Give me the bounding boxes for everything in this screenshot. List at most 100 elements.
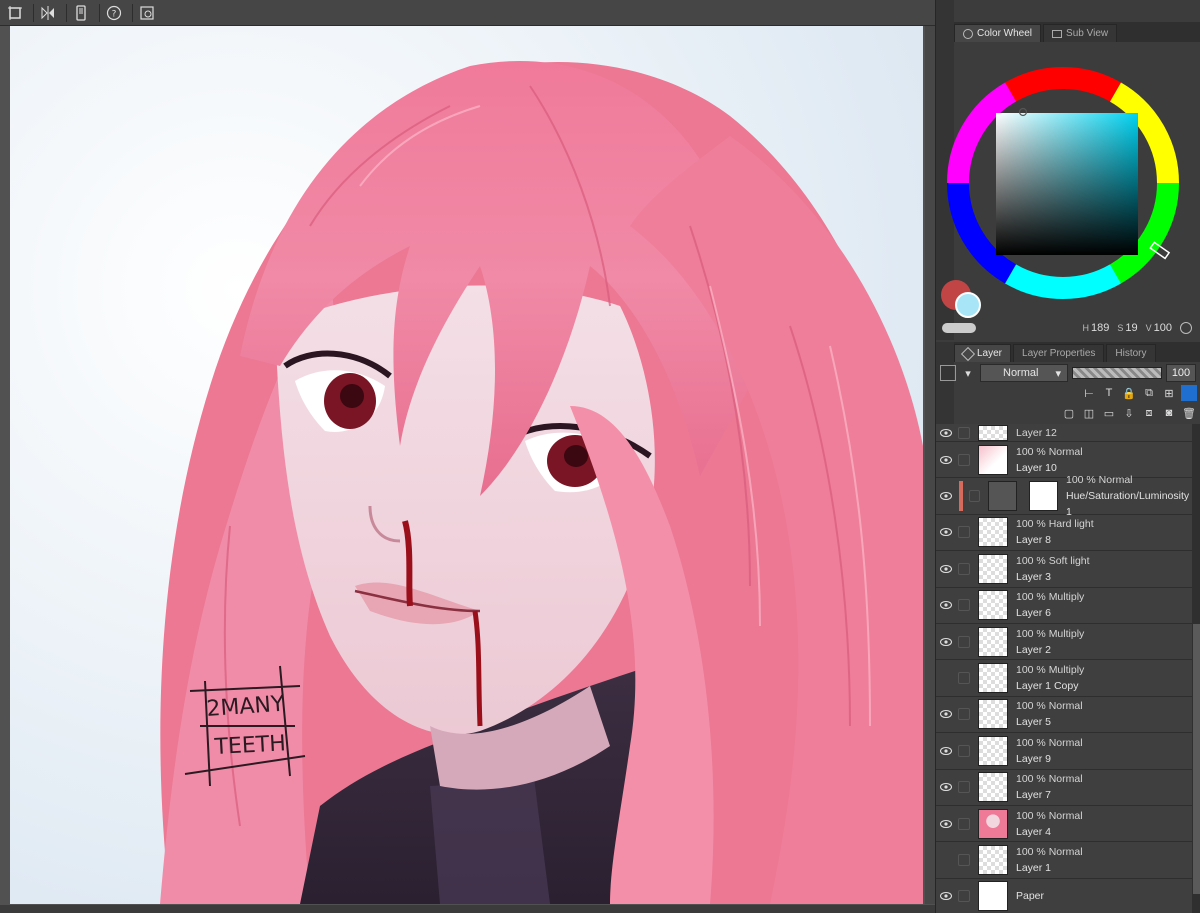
layer-row[interactable]: 100 % Multiply Layer 1 Copy [936,660,1192,697]
layer-lock-checkbox[interactable] [958,853,970,866]
tab-sub-view[interactable]: Sub View [1043,24,1118,42]
layer-row[interactable]: 100 % Normal Layer 7 [936,769,1192,806]
canvas-area[interactable]: 2MANY TEETH [0,26,935,913]
flip-icon[interactable] [37,3,59,23]
layer-name: Layer 4 [1016,825,1052,838]
canvas-toolbar: ? [0,0,935,26]
eye-icon[interactable] [936,600,956,610]
layer-name: Layer 2 [1016,643,1052,656]
artwork-canvas[interactable]: 2MANY TEETH [10,26,923,904]
eye-icon[interactable] [936,527,956,537]
transfer-down-icon[interactable]: ⇩ [1121,405,1137,421]
delete-layer-icon[interactable]: 🗑 [1181,405,1197,421]
layer-lock-checkbox[interactable] [958,708,970,721]
layer-list-scrollbar[interactable] [1192,424,1200,913]
layer-color-icon[interactable] [940,365,956,381]
text-icon[interactable]: T [1101,385,1117,401]
clip-icon[interactable]: ⧉ [1141,385,1157,401]
artwork-illustration: 2MANY TEETH [10,26,923,904]
layer-blend-info: 100 % Normal [1016,809,1083,822]
blend-mode-select[interactable]: Normal ▾ [980,364,1068,382]
color-wheel[interactable] [936,45,1200,340]
layer-label: 100 % Normal Layer 1 [1016,844,1083,876]
layer-blend-info: 100 % Normal [1065,474,1133,487]
new-raster-layer-icon[interactable]: ▢ [1061,405,1077,421]
layer-row[interactable]: 100 % Normal Layer 5 [936,696,1192,734]
lock-icon[interactable]: 🔒 [1121,385,1137,401]
color-panel-tabs: Color Wheel Sub View [954,22,1200,42]
tab-layer-properties[interactable]: Layer Properties [1013,344,1105,362]
canvas-horizontal-scrollbar[interactable] [0,905,935,913]
eye-icon[interactable] [936,855,956,865]
layer-panel: Layer Layer Properties History ▾ Normal ▾… [936,342,1200,913]
layer-row[interactable]: 100 % Normal Layer 4 [936,805,1192,843]
layer-lock-checkbox[interactable] [958,426,970,439]
layer-lock-checkbox[interactable] [958,453,970,466]
layer-name: Paper [1016,890,1045,903]
layer-lock-checkbox[interactable] [958,562,970,575]
eye-icon[interactable] [936,891,956,901]
layer-lock-checkbox[interactable] [968,490,981,503]
layer-lock-checkbox[interactable] [958,599,970,612]
eye-icon[interactable] [936,819,956,829]
tab-color-wheel[interactable]: Color Wheel [954,24,1042,42]
layer-row[interactable]: 100 % Normal Layer 1 [936,842,1192,879]
new-vector-layer-icon[interactable]: ◫ [1081,405,1097,421]
layer-thumbnail [978,424,1008,441]
layer-row[interactable]: 100 % Hard light Layer 8 [936,514,1192,552]
layer-lock-checkbox[interactable] [958,781,970,794]
layer-thumbnail [978,626,1008,657]
layer-row[interactable]: 100 % Normal Layer 9 [936,733,1192,770]
layer-lock-checkbox[interactable] [958,526,970,539]
layer-blend-info: 100 % Soft light [1016,554,1090,567]
merge-icon[interactable]: ⧈ [1141,405,1157,421]
layer-row[interactable]: 100 % Multiply Layer 6 [936,587,1192,624]
opacity-slider[interactable] [1072,367,1162,379]
layer-name: Layer 5 [1016,716,1052,729]
eye-icon[interactable] [936,709,956,719]
layer-thumbnail [978,808,1008,839]
mask-icon[interactable]: ◙ [1161,405,1177,421]
canvas-vertical-scrollbar[interactable] [925,26,935,904]
layer-thumbnail [978,699,1008,730]
layer-lock-checkbox[interactable] [958,817,970,830]
layer-row[interactable]: 100 % Multiply Layer 2 [936,623,1192,661]
tab-history[interactable]: History [1106,344,1156,362]
transform-icon[interactable] [4,3,26,23]
ruler-icon[interactable]: ⊢ [1081,385,1097,401]
layer-row[interactable]: Layer 12 [936,424,1192,442]
right-panel: Color Wheel Sub View H 189 S 19 V 100 La… [935,0,1200,913]
layer-row[interactable]: Paper [936,878,1192,913]
layer-lock-checkbox[interactable] [958,635,970,648]
layer-name: Layer 1 [1016,861,1052,874]
layer-blend-controls: ▾ Normal ▾ 100 [940,363,1197,383]
opacity-input[interactable]: 100 [1166,364,1196,382]
new-folder-icon[interactable]: ▭ [1101,405,1117,421]
layer-blend-info: 100 % Normal [1016,845,1083,858]
phone-icon[interactable] [70,3,92,23]
layer-row[interactable]: 100 % Normal Hue/Saturation/Luminosity 1 [936,474,1192,518]
color-mode-toggle-icon[interactable] [1180,322,1192,334]
eye-icon[interactable] [936,637,956,647]
layer-lock-checkbox[interactable] [958,672,970,685]
eye-icon[interactable] [936,746,956,756]
adjustment-layer-thumbnail [988,481,1018,512]
settings-icon[interactable] [136,3,158,23]
layer-lock-checkbox[interactable] [958,890,970,903]
eye-icon[interactable] [936,673,956,683]
eye-icon[interactable] [936,428,956,438]
reference-icon[interactable]: ⊞ [1161,385,1177,401]
eye-icon[interactable] [936,564,956,574]
eye-icon[interactable] [936,491,955,501]
tab-layer[interactable]: Layer [954,344,1012,362]
layer-row[interactable]: 100 % Soft light Layer 3 [936,551,1192,588]
help-icon[interactable]: ? [103,3,125,23]
layer-lock-checkbox[interactable] [958,744,970,757]
eye-icon[interactable] [936,782,956,792]
layer-blend-info: 100 % Multiply [1016,627,1085,640]
layer-color-select-icon[interactable] [1181,385,1197,401]
layer-label: 100 % Normal Layer 9 [1016,735,1083,767]
chevron-down-icon[interactable]: ▾ [960,365,976,381]
layer-list[interactable]: Layer 12 100 % Normal Layer 10 100 % Normal… [936,424,1192,913]
eye-icon[interactable] [936,455,956,465]
